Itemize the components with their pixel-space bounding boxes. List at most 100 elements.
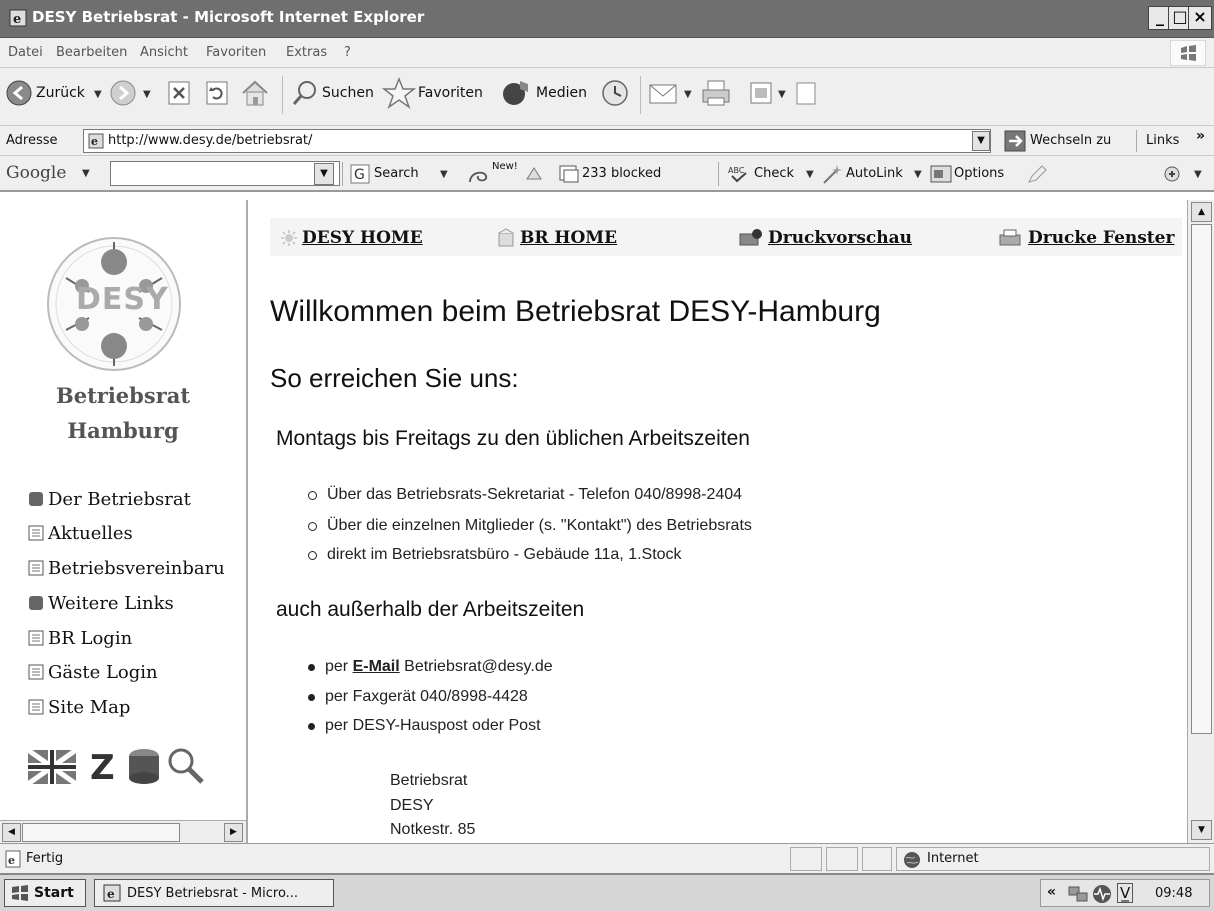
google-search-button[interactable]: Search <box>374 166 419 181</box>
history-icon[interactable] <box>600 78 630 108</box>
print-window-link[interactable]: Drucke Fenster <box>998 228 1174 248</box>
discuss-icon[interactable] <box>794 80 818 106</box>
print-window-label: Drucke Fenster <box>1028 228 1175 248</box>
autolink-button[interactable]: AutoLink <box>846 166 903 181</box>
links-button[interactable]: Links <box>1146 133 1179 148</box>
sidebar-item-betriebsvereinbarungen[interactable]: Betriebsvereinbaru <box>28 554 225 582</box>
sidebar-item-label: BR Login <box>48 627 133 649</box>
network-icon[interactable] <box>1067 884 1089 904</box>
sidebar-item-br-login[interactable]: BR Login <box>28 624 132 652</box>
horizontal-scrollbar[interactable]: ◀ ▶ <box>0 820 246 843</box>
go-arrow-icon[interactable] <box>1004 130 1026 152</box>
search-button[interactable]: Suchen <box>322 85 374 101</box>
vertical-scroll-thumb[interactable] <box>1191 224 1212 734</box>
activity-icon[interactable] <box>1091 884 1113 904</box>
address-dropdown-icon[interactable]: ▼ <box>972 131 990 151</box>
magnifier-icon[interactable] <box>166 746 206 786</box>
after-hours-heading: auch außerhalb der Arbeitszeiten <box>276 598 585 621</box>
check-dropdown-icon[interactable]: ▼ <box>806 169 814 180</box>
sidebar-item-site-map[interactable]: Site Map <box>28 693 130 721</box>
content-frame: DESY HOME BR HOME Druckvorschau Drucke F… <box>258 200 1187 843</box>
edit-icon[interactable] <box>748 80 774 106</box>
favorites-star-icon[interactable] <box>382 76 416 110</box>
menu-tools[interactable]: Extras <box>286 45 327 60</box>
sidebar-item-der-betriebsrat[interactable]: Der Betriebsrat <box>28 485 191 513</box>
media-icon[interactable] <box>500 78 532 108</box>
postal-address-line: DESY <box>390 797 434 814</box>
back-dropdown-icon[interactable]: ▼ <box>94 89 102 100</box>
edit-dropdown-icon[interactable]: ▼ <box>778 89 786 100</box>
status-panel <box>790 847 822 871</box>
tray-expand-icon[interactable]: « <box>1047 884 1056 900</box>
menu-favorites[interactable]: Favoriten <box>206 45 266 60</box>
menu-view[interactable]: Ansicht <box>140 45 188 60</box>
scroll-left-icon[interactable]: ◀ <box>2 823 21 842</box>
spiral-icon[interactable] <box>466 164 492 186</box>
search-icon[interactable] <box>290 78 320 108</box>
forward-dropdown-icon[interactable]: ▼ <box>143 89 151 100</box>
tray-v-icon[interactable]: V̲ <box>1117 883 1134 903</box>
back-button[interactable]: Zurück <box>36 85 85 101</box>
left-frame: DESY Betriebsrat Hamburg Der Betriebsrat… <box>0 200 248 843</box>
search-dropdown-icon[interactable]: ▼ <box>440 169 448 180</box>
favorites-button[interactable]: Favoriten <box>418 85 483 101</box>
horizontal-scroll-thumb[interactable] <box>22 823 180 842</box>
sidebar-item-aktuelles[interactable]: Aktuelles <box>28 519 133 547</box>
start-button[interactable]: Start <box>4 879 86 907</box>
br-home-link[interactable]: BR HOME <box>496 228 617 248</box>
taskbar-item-ie[interactable]: e DESY Betriebsrat - Micro... <box>94 879 334 907</box>
home-icon[interactable] <box>240 78 270 108</box>
menu-edit[interactable]: Bearbeiten <box>56 45 127 60</box>
scroll-down-icon[interactable]: ▼ <box>1191 820 1212 840</box>
list-item: direkt im Betriebsratsbüro - Gebäude 11a… <box>308 546 682 564</box>
mail-icon[interactable] <box>648 80 680 106</box>
sidebar-item-label: Der Betriebsrat <box>48 488 191 510</box>
highlighter-pen-icon[interactable] <box>1026 164 1048 184</box>
google-menu-dropdown-icon[interactable]: ▼ <box>82 168 90 179</box>
go-button[interactable]: Wechseln zu <box>1030 133 1111 148</box>
settings-dropdown-icon[interactable]: ▼ <box>1194 169 1202 180</box>
desy-home-link[interactable]: DESY HOME <box>280 228 423 248</box>
flag-icon[interactable] <box>28 750 76 784</box>
chevron-right-icon[interactable]: » <box>1196 128 1205 144</box>
check-button[interactable]: Check <box>754 166 794 181</box>
menu-help[interactable]: ? <box>344 45 351 60</box>
toolbar-settings-icon[interactable] <box>1162 164 1186 184</box>
spellcheck-icon[interactable]: ABC <box>728 164 750 184</box>
close-button[interactable]: × <box>1188 6 1212 30</box>
globe-icon <box>904 852 920 868</box>
box-icon[interactable] <box>126 746 162 786</box>
svg-text:e: e <box>13 12 21 27</box>
sidebar-item-gaeste-login[interactable]: Gäste Login <box>28 658 158 686</box>
address-input[interactable]: e http://www.desy.de/betriebsrat/ <box>83 129 991 153</box>
back-arrow-icon[interactable] <box>6 80 32 106</box>
postal-address-line: Betriebsrat <box>390 772 468 789</box>
refresh-icon[interactable] <box>204 80 230 106</box>
popup-blocker-icon[interactable] <box>558 164 580 184</box>
pagerank-icon[interactable] <box>524 164 544 184</box>
sidebar-item-weitere-links[interactable]: Weitere Links <box>28 589 174 617</box>
scroll-right-icon[interactable]: ▶ <box>224 823 243 842</box>
menu-file[interactable]: Datei <box>8 45 43 60</box>
forward-arrow-icon[interactable] <box>110 80 136 106</box>
email-link[interactable]: E-Mail <box>353 658 400 676</box>
google-search-dropdown-icon[interactable]: ▼ <box>314 163 334 185</box>
autolink-dropdown-icon[interactable]: ▼ <box>914 169 922 180</box>
google-search-input[interactable] <box>110 161 340 186</box>
menu-bar: Datei Bearbeiten Ansicht Favoriten Extra… <box>0 38 1214 68</box>
google-logo[interactable]: Google <box>6 163 66 183</box>
options-button[interactable]: Options <box>954 166 1004 181</box>
google-g-icon[interactable]: G <box>350 164 370 184</box>
print-preview-link[interactable]: Druckvorschau <box>738 228 912 248</box>
toolbar-separator <box>640 76 641 114</box>
autolink-wand-icon[interactable] <box>820 163 844 185</box>
print-icon[interactable] <box>700 78 732 108</box>
mail-dropdown-icon[interactable]: ▼ <box>684 89 692 100</box>
media-button[interactable]: Medien <box>536 85 587 101</box>
vertical-scrollbar[interactable]: ▲ ▼ <box>1187 200 1214 843</box>
z-icon[interactable]: Z <box>90 748 115 788</box>
blocked-count[interactable]: 233 blocked <box>582 166 661 181</box>
scroll-up-icon[interactable]: ▲ <box>1191 202 1212 222</box>
stop-icon[interactable] <box>166 80 192 106</box>
options-icon[interactable] <box>930 164 952 184</box>
